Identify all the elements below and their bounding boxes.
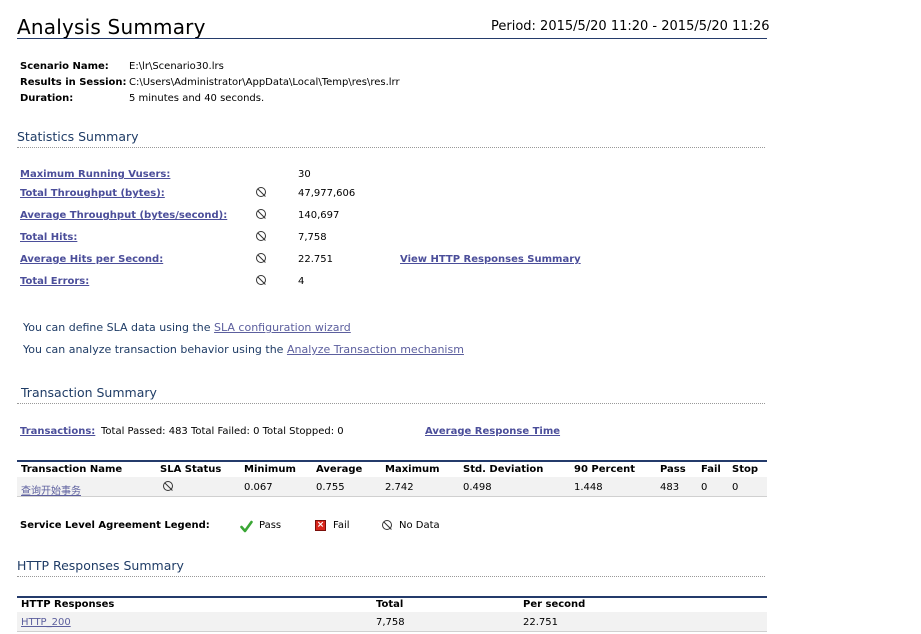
no-data-icon [256, 231, 266, 241]
transaction-name-link[interactable]: 查询开始事务 [21, 482, 81, 497]
cell-std-deviation: 0.498 [463, 482, 492, 493]
col-fail: Fail [701, 464, 721, 475]
stat-link-total-errors[interactable]: Total Errors: [20, 276, 89, 287]
view-http-responses-link[interactable]: View HTTP Responses Summary [400, 254, 581, 265]
http-200-link[interactable]: HTTP_200 [21, 617, 71, 628]
statistics-divider [17, 147, 765, 148]
legend-label: Service Level Agreement Legend: [20, 520, 210, 531]
http-heading: HTTP Responses Summary [17, 558, 184, 573]
sla-define-text: You can define SLA data using the [23, 321, 215, 334]
sla-configuration-wizard-link[interactable]: SLA configuration wizard [214, 321, 351, 334]
col-maximum: Maximum [385, 464, 440, 475]
col-minimum: Minimum [244, 464, 296, 475]
cell-http-per-second: 22.751 [523, 617, 558, 628]
scenario-value: E:\lr\Scenario30.lrs [129, 61, 224, 72]
duration-label: Duration: [20, 93, 74, 104]
cell-average: 0.755 [316, 482, 345, 493]
legend-no-data: No Data [399, 520, 440, 531]
stat-link-max-vusers[interactable]: Maximum Running Vusers: [20, 169, 170, 180]
analyze-transaction-link[interactable]: Analyze Transaction mechanism [287, 343, 464, 356]
no-data-icon [163, 481, 173, 491]
stat-value-max-vusers: 30 [298, 169, 311, 180]
col-per-second: Per second [523, 599, 586, 610]
no-data-icon [256, 253, 266, 263]
transaction-table-top-rule [17, 460, 767, 462]
transactions-totals: Total Passed: 483 Total Failed: 0 Total … [101, 426, 344, 437]
no-data-icon [382, 520, 392, 530]
http-table-top-rule [17, 596, 767, 598]
stat-value-average-throughput: 140,697 [298, 210, 340, 221]
col-transaction-name: Transaction Name [21, 464, 123, 475]
cell-minimum: 0.067 [244, 482, 273, 493]
cell-http-total: 7,758 [376, 617, 405, 628]
stat-link-average-throughput[interactable]: Average Throughput (bytes/second): [20, 210, 227, 221]
transaction-heading: Transaction Summary [21, 385, 157, 400]
duration-value: 5 minutes and 40 seconds. [129, 93, 265, 104]
cell-stop: 0 [732, 482, 739, 493]
page-title: Analysis Summary [17, 15, 206, 39]
col-stop: Stop [732, 464, 759, 475]
fail-x-icon: × [315, 520, 326, 531]
sla-analyze-line: You can analyze transaction behavior usi… [23, 343, 464, 356]
statistics-heading: Statistics Summary [17, 129, 139, 144]
transactions-link[interactable]: Transactions: [20, 426, 95, 437]
stat-value-total-throughput: 47,977,606 [298, 188, 356, 199]
transaction-divider [17, 403, 765, 404]
period-text: Period: 2015/5/20 11:20 - 2015/5/20 11:2… [491, 19, 770, 34]
no-data-icon [256, 275, 266, 285]
col-total: Total [376, 599, 404, 610]
col-std-deviation: Std. Deviation [463, 464, 544, 475]
stat-value-total-hits: 7,758 [298, 232, 327, 243]
sla-define-line: You can define SLA data using the SLA co… [23, 321, 351, 334]
stat-link-total-throughput[interactable]: Total Throughput (bytes): [20, 188, 165, 199]
cell-90-percent: 1.448 [574, 482, 603, 493]
stat-value-total-errors: 4 [298, 276, 305, 287]
no-data-icon [256, 209, 266, 219]
cell-maximum: 2.742 [385, 482, 414, 493]
col-pass: Pass [660, 464, 686, 475]
http-divider [17, 576, 765, 577]
cell-fail: 0 [701, 482, 708, 493]
title-divider [17, 38, 767, 39]
stat-value-average-hits: 22.751 [298, 254, 333, 265]
col-http-responses: HTTP Responses [21, 599, 115, 610]
col-90-percent: 90 Percent [574, 464, 636, 475]
results-label: Results in Session: [20, 77, 127, 88]
col-average: Average [316, 464, 363, 475]
results-value: C:\Users\Administrator\AppData\Local\Tem… [129, 77, 400, 88]
no-data-icon [256, 187, 266, 197]
col-sla-status: SLA Status [160, 464, 222, 475]
stat-link-total-hits[interactable]: Total Hits: [20, 232, 77, 243]
pass-check-icon [240, 518, 253, 537]
average-response-time-link[interactable]: Average Response Time [425, 426, 560, 437]
legend-pass: Pass [259, 520, 282, 531]
stat-link-average-hits[interactable]: Average Hits per Second: [20, 254, 163, 265]
scenario-label: Scenario Name: [20, 61, 109, 72]
sla-analyze-text: You can analyze transaction behavior usi… [23, 343, 287, 356]
cell-pass: 483 [660, 482, 680, 493]
legend-fail: Fail [333, 520, 350, 531]
